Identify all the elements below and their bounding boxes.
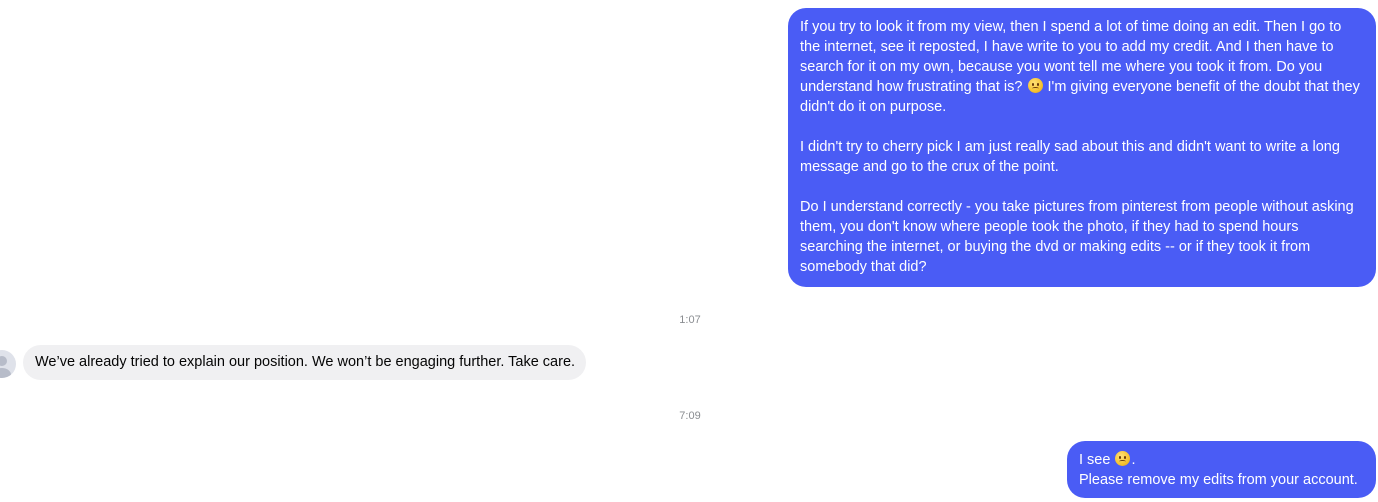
frowning-face-icon	[1115, 451, 1131, 466]
message-line: Please remove my edits from your account…	[1079, 472, 1358, 488]
outgoing-message-bubble[interactable]: I see . Please remove my edits from your…	[1067, 441, 1376, 498]
message-timestamp: 7:09	[679, 410, 701, 422]
frowning-face-icon	[1027, 78, 1043, 93]
message-text: We’ve already tried to explain our posit…	[35, 354, 576, 370]
message-paragraph: If you try to look it from my view, then…	[800, 17, 1364, 117]
message-timestamp: 1:07	[679, 314, 701, 326]
outgoing-message-bubble[interactable]: If you try to look it from my view, then…	[788, 8, 1376, 287]
incoming-message-bubble[interactable]: We’ve already tried to explain our posit…	[23, 345, 587, 380]
message-text: .	[1131, 452, 1136, 468]
message-line: I see .	[1079, 450, 1364, 470]
message-paragraph: Do I understand correctly - you take pic…	[800, 199, 1354, 275]
message-thread: If you try to look it from my view, then…	[0, 0, 1378, 502]
message-paragraph: I didn't try to cherry pick I am just re…	[800, 139, 1340, 175]
message-text: I see	[1079, 452, 1111, 468]
default-avatar-icon[interactable]	[0, 350, 16, 378]
